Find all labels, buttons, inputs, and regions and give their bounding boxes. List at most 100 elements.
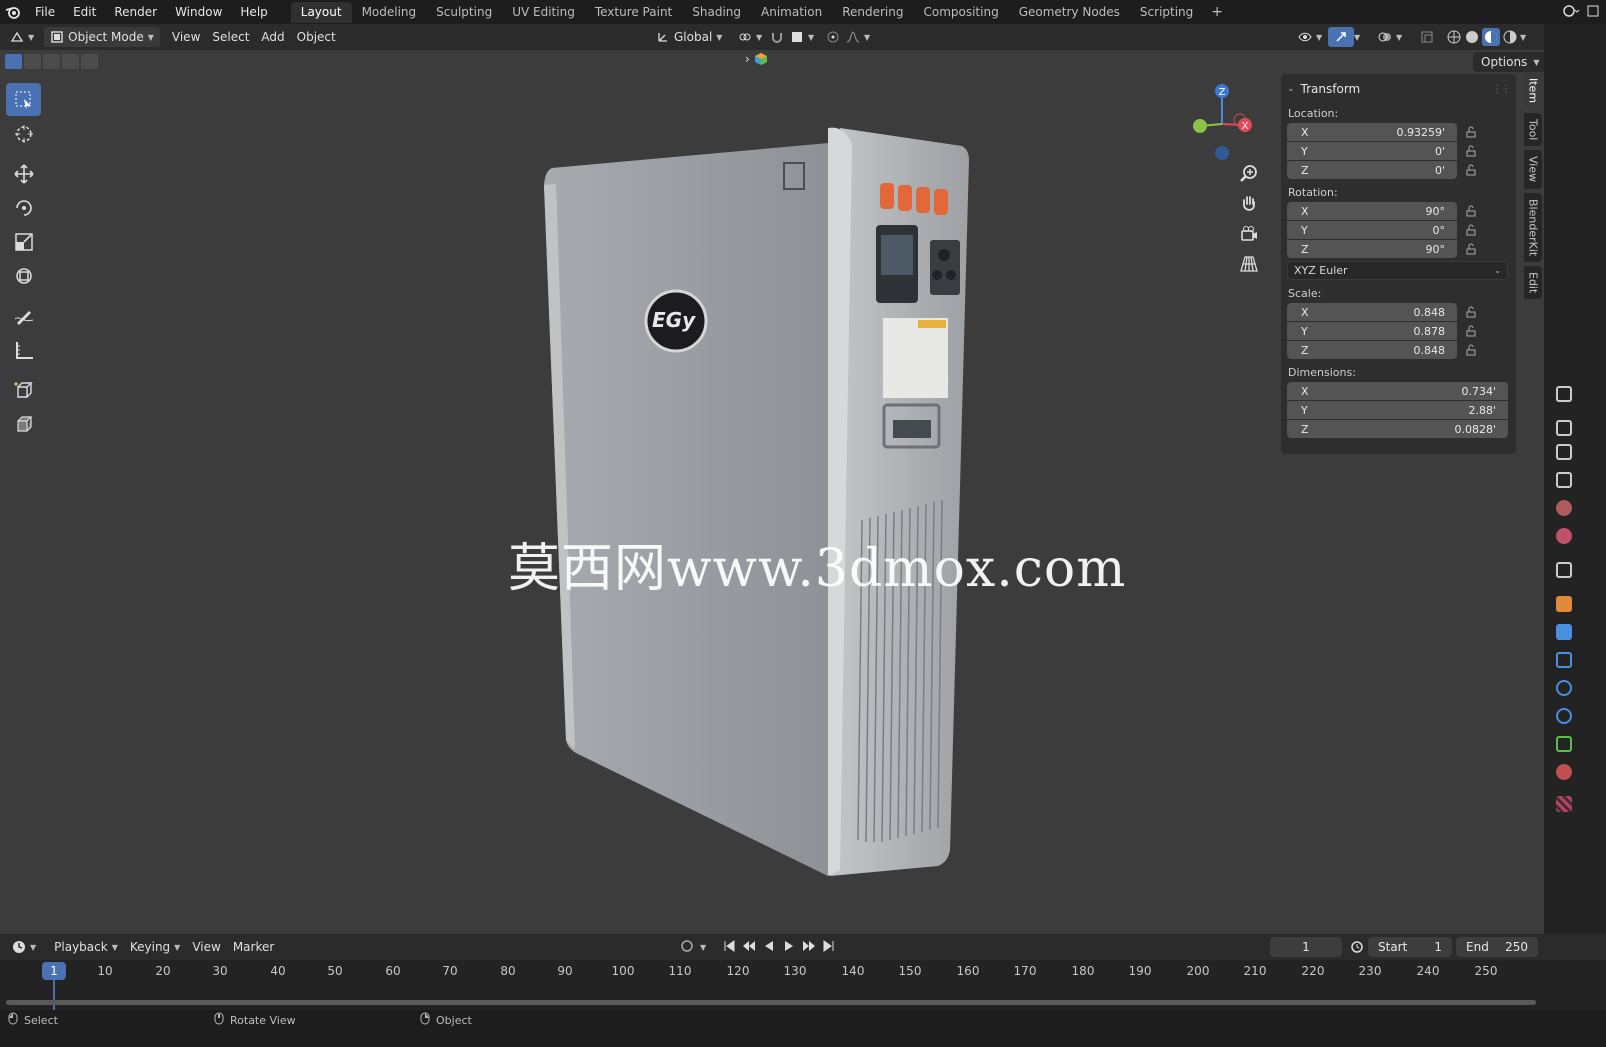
- play-icon[interactable]: [782, 939, 796, 956]
- snap-target-selector[interactable]: ▼: [784, 27, 820, 47]
- editor-type-button[interactable]: ▼: [4, 27, 40, 47]
- tab-texture-paint[interactable]: Texture Paint: [585, 2, 682, 23]
- playback-menu[interactable]: Playback ▼: [48, 937, 124, 957]
- frame-ruler[interactable]: 10 20 30 40 50 60 70 80 90 100 110 120 1…: [0, 960, 1606, 982]
- collection-properties-icon[interactable]: [1556, 562, 1572, 578]
- object-properties-icon[interactable]: [1556, 596, 1572, 612]
- start-frame-field[interactable]: Start 1: [1368, 937, 1452, 957]
- output-properties-icon[interactable]: [1556, 444, 1572, 460]
- particles-properties-icon[interactable]: [1556, 652, 1572, 668]
- timeline-body[interactable]: 10 20 30 40 50 60 70 80 90 100 110 120 1…: [0, 960, 1606, 1010]
- tab-geometry-nodes[interactable]: Geometry Nodes: [1009, 2, 1130, 23]
- dimensions-z-field[interactable]: Z 0.0828': [1287, 420, 1508, 438]
- stopwatch-icon[interactable]: [1350, 939, 1364, 956]
- menu-object[interactable]: Object: [291, 27, 342, 47]
- transform-panel-header[interactable]: ⌄ Transform ⋮⋮: [1287, 78, 1511, 100]
- texture-properties-icon[interactable]: [1556, 796, 1572, 812]
- menu-add[interactable]: Add: [255, 27, 290, 47]
- lock-icon[interactable]: [1457, 243, 1485, 255]
- drag-handle-icon[interactable]: ⋮⋮: [1492, 84, 1511, 95]
- tab-layout[interactable]: Layout: [290, 1, 352, 23]
- scene-properties-icon[interactable]: [1556, 500, 1572, 516]
- zoom-button[interactable]: [1236, 163, 1262, 185]
- location-z-field[interactable]: Z 0': [1287, 161, 1457, 179]
- mode-selector[interactable]: Object Mode ▼: [44, 27, 160, 47]
- chevron-down-icon[interactable]: ▼: [1354, 33, 1360, 42]
- material-properties-icon[interactable]: [1556, 764, 1572, 780]
- chevron-down-icon[interactable]: ▼: [1520, 33, 1526, 42]
- navigation-gizmo[interactable]: Z X: [1190, 82, 1260, 162]
- scale-y-field[interactable]: Y 0.878: [1287, 322, 1457, 340]
- gizmo-neg-z-axis[interactable]: [1215, 146, 1229, 160]
- tab-item[interactable]: Item: [1524, 72, 1542, 110]
- tab-rendering[interactable]: Rendering: [832, 2, 913, 23]
- location-y-field[interactable]: Y 0': [1287, 142, 1457, 160]
- dimensions-y-field[interactable]: Y 2.88': [1287, 401, 1508, 419]
- lock-icon[interactable]: [1457, 344, 1485, 356]
- menu-file[interactable]: File: [26, 0, 64, 24]
- dimensions-x-field[interactable]: X 0.734': [1287, 382, 1508, 400]
- menu-select[interactable]: Select: [206, 27, 255, 47]
- rotation-x-field[interactable]: X 90°: [1287, 202, 1457, 220]
- tab-shading[interactable]: Shading: [682, 2, 751, 23]
- playhead[interactable]: [53, 980, 55, 1010]
- constraints-properties-icon[interactable]: [1556, 708, 1572, 724]
- lock-icon[interactable]: [1457, 205, 1485, 217]
- marker-menu[interactable]: Marker: [227, 937, 280, 957]
- tab-compositing[interactable]: Compositing: [913, 2, 1008, 23]
- falloff-selector[interactable]: ▼: [840, 27, 876, 47]
- tab-tool[interactable]: Tool: [1524, 113, 1542, 147]
- menu-help[interactable]: Help: [231, 0, 276, 24]
- rotation-z-field[interactable]: Z 90°: [1287, 240, 1457, 258]
- visibility-selector[interactable]: ▼: [1292, 27, 1328, 47]
- jump-start-icon[interactable]: [722, 939, 736, 956]
- modifier-properties-icon[interactable]: [1556, 624, 1572, 640]
- play-reverse-icon[interactable]: [762, 939, 776, 956]
- tool-properties-icon[interactable]: [1556, 386, 1572, 402]
- menu-edit[interactable]: Edit: [64, 0, 105, 24]
- view-layer-properties-icon[interactable]: [1556, 472, 1572, 488]
- tab-uv-editing[interactable]: UV Editing: [502, 2, 585, 23]
- lock-icon[interactable]: [1457, 145, 1485, 157]
- end-frame-field[interactable]: End 250: [1456, 937, 1538, 957]
- blender-logo-icon[interactable]: [0, 0, 26, 24]
- current-frame-field[interactable]: 1: [1270, 937, 1342, 957]
- tab-sculpting[interactable]: Sculpting: [426, 2, 502, 23]
- data-properties-icon[interactable]: [1556, 736, 1572, 752]
- jump-keyframe-back-icon[interactable]: [742, 939, 756, 956]
- rotation-mode-dropdown[interactable]: XYZ Euler ⌄: [1287, 261, 1508, 280]
- battery-cabinet-model[interactable]: [544, 127, 969, 876]
- pivot-selector[interactable]: ▼: [732, 27, 768, 47]
- location-x-field[interactable]: X 0.93259': [1287, 123, 1457, 141]
- render-properties-icon[interactable]: [1556, 420, 1572, 436]
- rotation-y-field[interactable]: Y 0°: [1287, 221, 1457, 239]
- tab-animation[interactable]: Animation: [751, 2, 832, 23]
- view-layer-icon[interactable]: [1586, 4, 1600, 21]
- jump-end-icon[interactable]: [822, 939, 836, 956]
- xray-toggle[interactable]: [1414, 27, 1440, 47]
- menu-view[interactable]: View: [166, 27, 206, 47]
- chevron-down-icon[interactable]: ▼: [700, 943, 706, 952]
- add-workspace-button[interactable]: +: [1203, 4, 1231, 20]
- tab-edit[interactable]: Edit: [1524, 265, 1542, 300]
- world-properties-icon[interactable]: [1556, 528, 1572, 544]
- menu-window[interactable]: Window: [166, 0, 231, 24]
- overlays-toggle[interactable]: ▼: [1372, 27, 1408, 47]
- perspective-toggle-button[interactable]: [1236, 253, 1262, 275]
- physics-properties-icon[interactable]: [1556, 680, 1572, 696]
- gizmo-y-axis[interactable]: [1193, 119, 1207, 133]
- scene-selector-icon[interactable]: [1562, 4, 1580, 21]
- scale-z-field[interactable]: Z 0.848: [1287, 341, 1457, 359]
- keying-menu[interactable]: Keying ▼: [124, 937, 186, 957]
- material-preview-shading-button[interactable]: [1482, 28, 1500, 46]
- lock-icon[interactable]: [1457, 224, 1485, 236]
- timeline-scrollbar[interactable]: [6, 1000, 1536, 1005]
- jump-keyframe-forward-icon[interactable]: [802, 939, 816, 956]
- orientation-selector[interactable]: Global ▼: [650, 27, 728, 47]
- timeline-editor-type-button[interactable]: ▼: [6, 937, 42, 957]
- lock-icon[interactable]: [1457, 126, 1485, 138]
- rendered-shading-icon[interactable]: [1502, 29, 1518, 45]
- tab-blenderkit[interactable]: BlenderKit: [1524, 192, 1542, 262]
- wireframe-shading-icon[interactable]: [1446, 29, 1462, 45]
- camera-view-button[interactable]: [1236, 223, 1262, 245]
